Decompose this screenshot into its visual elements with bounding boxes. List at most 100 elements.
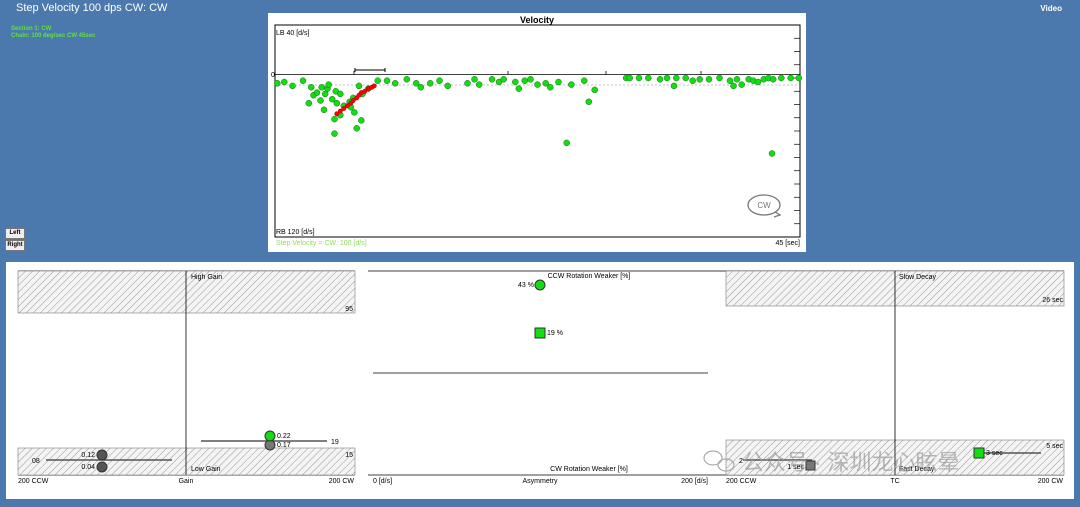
velocity-point [670,82,678,90]
velocity-title: Velocity [520,15,554,25]
velocity-point [331,115,338,123]
slow-decay-value: 26 sec [1042,297,1063,304]
left-gauge-value-1: 0.12 [81,452,95,459]
cw-logo-text: CW [757,201,771,210]
asymmetry-axis-right: 200 [d/s] [681,478,708,485]
asymmetry-circle-value: 43 % [518,282,534,289]
velocity-point [391,80,399,87]
cw-weaker-label: CW Rotation Weaker [%] [550,466,628,473]
velocity-point [305,99,313,107]
summary-panel: High Gain 95 15 Low Gain 08 0.12 0.04 0.… [6,262,1074,499]
velocity-point [547,84,554,91]
velocity-point [563,139,570,147]
fast-decay-value: 5 sec [1046,443,1063,450]
velocity-point [795,74,803,82]
velocity-point [515,85,523,92]
step-velocity-footer: Step Velocity = CW: 100 [d/s] [276,240,367,247]
bottom-bound-label: RB 120 [d/s] [276,229,315,236]
velocity-point [426,80,434,87]
low-gain-value: 15 [345,452,353,459]
asymmetry-circle-marker [534,279,546,291]
velocity-point [337,90,344,98]
velocity-point [351,109,358,116]
velocity-point [696,76,703,83]
right-button[interactable]: Right [5,240,25,251]
asymmetry-axis-center: Asymmetry [523,478,559,485]
velocity-point [705,76,713,83]
velocity-point [733,76,741,83]
velocity-point [787,74,794,82]
left-button[interactable]: Left [5,228,25,239]
fit-point [371,83,377,89]
velocity-point [778,74,785,82]
velocity-point [274,80,281,87]
velocity-point [471,76,478,83]
left-gauge-marker [96,461,108,473]
velocity-point [403,76,411,83]
high-gain-value: 95 [345,306,353,313]
velocity-point [682,74,689,82]
velocity-point [307,84,315,91]
zero-label: 0 [271,72,275,79]
chain-info: Chain: 100 deg/sec CW 45sec [11,33,96,39]
chat-bubble-icon [703,450,723,466]
velocity-point [417,84,425,91]
velocity-point [716,74,723,82]
velocity-point [383,77,391,84]
high-gain-label: High Gain [191,274,222,281]
left-gauge-marker [96,449,108,461]
velocity-point [464,80,471,87]
top-bound-label: LB 40 [d/s] [276,30,310,37]
velocity-point [358,117,365,124]
right-gauge-value-1: 0.22 [277,433,291,440]
page-title: Step Velocity 100 dps CW: CW [16,2,168,14]
velocity-point [444,82,451,90]
velocity-point [568,81,575,88]
velocity-point [635,74,643,82]
right-gauge-marker-green [264,430,276,442]
asymmetry-square-marker [534,327,546,339]
velocity-point [521,77,528,84]
velocity-point [591,86,598,94]
velocity-point [436,77,443,84]
gain-axis-center: Gain [179,478,194,485]
time-axis-label: 45 [sec] [775,240,800,247]
right-gauge-value-2: 0.17 [277,442,291,449]
velocity-point [333,99,341,107]
velocity-point [580,77,588,84]
video-button[interactable]: Video [1040,4,1062,13]
velocity-point [738,81,745,88]
low-gain-zone [17,447,356,476]
velocity-point [325,81,332,88]
watermark: 公众号 · 深圳龙心眩晕 [703,450,960,475]
gain-axis-left: 200 CCW [18,478,49,485]
tc-right-marker-label: 3 sec [986,450,1003,457]
tc-right-square-marker [973,447,985,459]
velocity-point [768,150,776,157]
gain-panel: High Gain 95 15 Low Gain 08 0.12 0.04 0.… [17,270,356,485]
velocity-point [555,78,562,86]
velocity-point [585,98,593,106]
velocity-point [726,77,734,84]
left-gauge-label: 08 [32,458,40,465]
asymmetry-panel: CCW Rotation Weaker [%] CW Rotation Weak… [368,270,726,485]
asymmetry-square-value: 19 % [547,330,563,337]
velocity-point [475,81,483,88]
ccw-weaker-label: CCW Rotation Weaker [%] [548,273,631,280]
velocity-point [331,130,338,137]
velocity-point [320,106,328,114]
low-gain-label: Low Gain [191,466,221,473]
right-gauge-right-value: 19 [331,439,339,446]
velocity-point [754,78,762,86]
velocity-point [318,84,325,91]
summary-charts: High Gain 95 15 Low Gain 08 0.12 0.04 0.… [17,270,1065,485]
tc-axis-center: TC [890,478,899,485]
velocity-point [500,76,507,83]
velocity-point [374,77,381,84]
velocity-point [289,82,296,90]
velocity-point [527,76,534,83]
velocity-point [689,77,696,84]
velocity-point [645,74,652,82]
velocity-point [656,76,664,83]
velocity-point [769,76,777,83]
